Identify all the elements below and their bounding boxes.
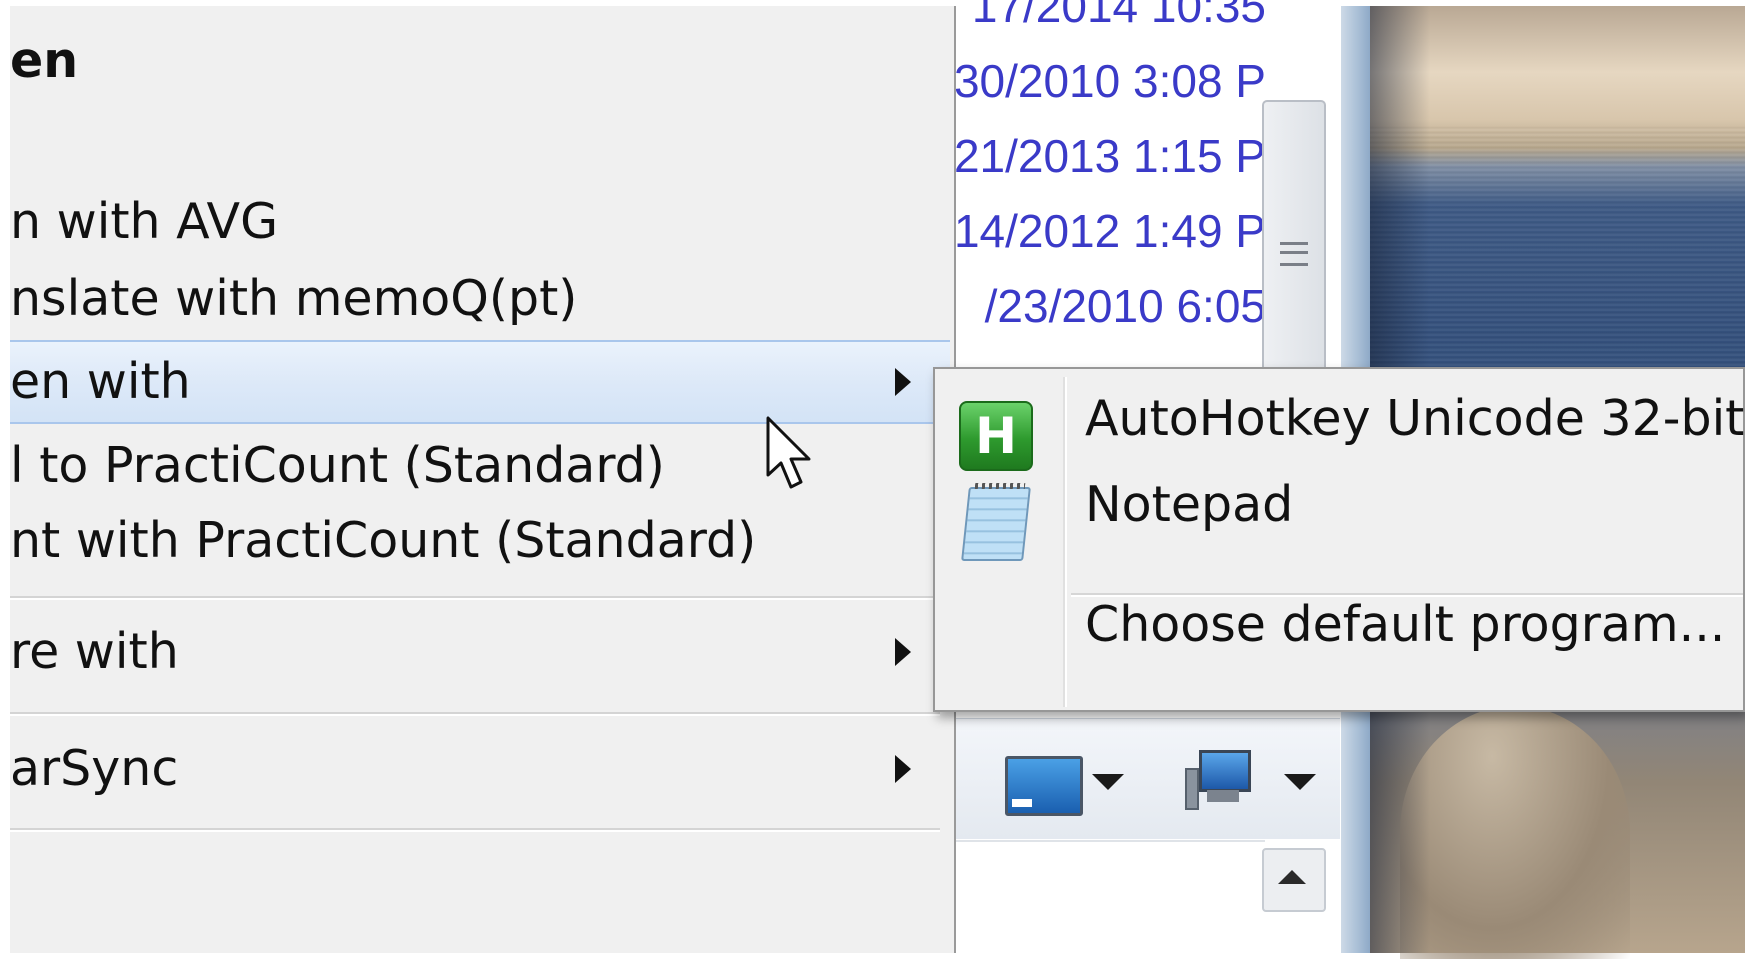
network-computer-icon[interactable]: [1185, 750, 1251, 810]
date-modified-cell[interactable]: 14/2012 1:49 P: [956, 201, 1266, 261]
menu-item-share-with[interactable]: re with: [10, 610, 950, 694]
menu-item-translate-with-memoq[interactable]: nslate with memoQ(pt): [10, 257, 950, 341]
scrollbar-grip-icon: [1280, 242, 1308, 266]
menu-item-scan-with-avg[interactable]: n with AVG: [10, 180, 950, 264]
menu-separator: [10, 828, 940, 832]
mouse-pointer-icon: [766, 416, 811, 489]
dropdown-arrow-icon[interactable]: [1092, 774, 1124, 790]
submenu-arrow-icon: [895, 755, 911, 783]
submenu-item-notepad[interactable]: Notepad: [1085, 465, 1293, 545]
menu-item-sugarsync[interactable]: arSync: [10, 727, 950, 811]
submenu-item-autohotkey[interactable]: AutoHotkey Unicode 32-bit: [1085, 379, 1744, 459]
vertical-scrollbar-thumb[interactable]: [1262, 100, 1326, 374]
autohotkey-icon: H: [959, 401, 1033, 471]
menu-separator: [10, 712, 940, 716]
menu-separator: [10, 596, 940, 600]
submenu-item-choose-default-program[interactable]: Choose default program...: [1085, 585, 1725, 665]
menu-item-open[interactable]: en: [10, 19, 950, 103]
wallpaper-rock: [1400, 706, 1630, 959]
submenu-arrow-icon: [895, 368, 911, 396]
display-monitor-icon[interactable]: [1005, 756, 1083, 816]
menu-item-open-with[interactable]: en with: [10, 340, 950, 424]
open-with-submenu: H AutoHotkey Unicode 32-bit Notepad Choo…: [933, 367, 1745, 712]
date-modified-cell[interactable]: 21/2013 1:15 P: [956, 126, 1266, 186]
dropdown-arrow-icon[interactable]: [1284, 774, 1316, 790]
notepad-icon: [961, 487, 1031, 561]
scroll-up-button[interactable]: [1262, 848, 1326, 912]
details-pane: [955, 840, 1265, 955]
date-modified-cell[interactable]: 30/2010 3:08 P: [956, 51, 1266, 111]
submenu-arrow-icon: [895, 638, 911, 666]
date-modified-cell[interactable]: 17/2014 10:35: [956, 0, 1266, 36]
menu-item-count-with-practicount[interactable]: nt with PractiCount (Standard): [10, 499, 950, 583]
date-modified-cell[interactable]: /23/2010 6:05: [956, 276, 1266, 336]
